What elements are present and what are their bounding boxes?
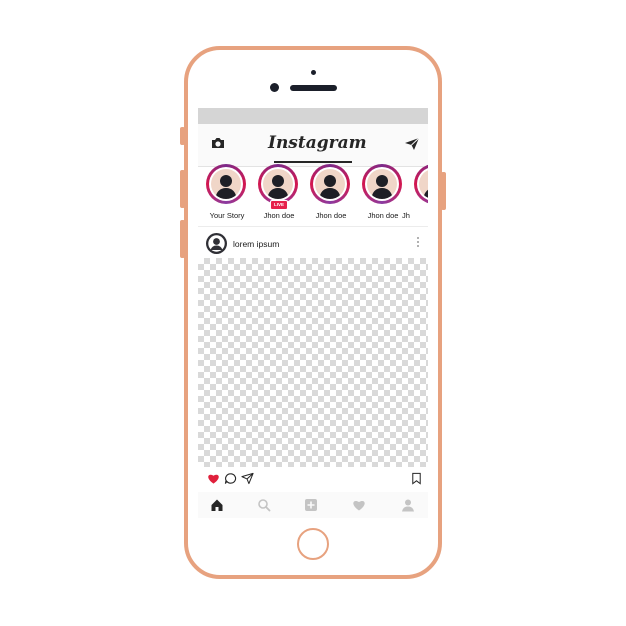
top-nav: Instagram: [198, 124, 428, 167]
post-image[interactable]: [198, 258, 428, 467]
app-title: Instagram: [268, 133, 367, 153]
avatar: [367, 169, 397, 199]
story-label: Jh: [402, 211, 410, 220]
bottom-tab-bar: [198, 492, 428, 518]
status-bar: [198, 108, 428, 124]
story-ring: [206, 164, 246, 204]
share-icon[interactable]: [241, 472, 254, 485]
proximity-sensor: [311, 70, 316, 75]
avatar: [263, 169, 293, 199]
send-icon[interactable]: [404, 137, 420, 151]
story-ring: [414, 164, 428, 204]
more-options-icon[interactable]: [414, 235, 422, 251]
screen: Instagram Your Story LIVE Jhon doe Jhon …: [198, 108, 428, 518]
story-ring: [310, 164, 350, 204]
add-icon[interactable]: [304, 498, 318, 512]
earpiece-speaker: [290, 85, 337, 91]
comment-icon[interactable]: [224, 472, 237, 485]
search-icon[interactable]: [257, 498, 271, 512]
live-badge: LIVE: [270, 200, 288, 210]
story-ring: [258, 164, 298, 204]
avatar: [315, 169, 345, 199]
home-button[interactable]: [297, 528, 329, 560]
avatar: [211, 169, 241, 199]
bookmark-icon[interactable]: [410, 472, 423, 485]
story-ring: [362, 164, 402, 204]
heart-icon[interactable]: [207, 472, 220, 485]
home-icon[interactable]: [210, 498, 224, 512]
profile-icon[interactable]: [401, 498, 415, 512]
title-underline: [274, 161, 352, 163]
post-header: lorem ipsum: [198, 226, 428, 257]
post-actions: [198, 470, 428, 486]
front-camera: [270, 83, 279, 92]
camera-icon[interactable]: [210, 136, 226, 150]
stories-row: Your Story LIVE Jhon doe Jhon doe Jhon d…: [198, 164, 428, 224]
post-username[interactable]: lorem ipsum: [233, 239, 279, 249]
post-avatar[interactable]: [206, 233, 227, 254]
avatar: [419, 169, 428, 199]
activity-icon[interactable]: [352, 498, 366, 512]
